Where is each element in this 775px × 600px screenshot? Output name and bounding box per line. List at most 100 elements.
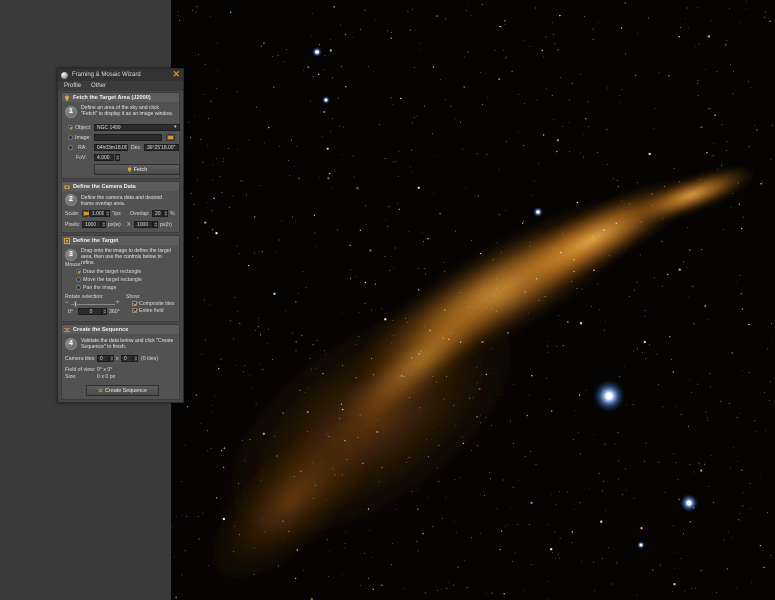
star xyxy=(546,581,548,582)
star xyxy=(602,558,603,559)
star xyxy=(674,568,676,569)
star xyxy=(369,439,371,441)
create-sequence-button[interactable]: Create Sequence xyxy=(86,385,159,396)
star xyxy=(387,225,389,227)
star xyxy=(706,417,708,419)
star xyxy=(417,289,420,291)
star xyxy=(362,462,364,465)
star xyxy=(374,283,377,285)
pixels-height-stepper[interactable] xyxy=(153,221,158,228)
star xyxy=(243,371,244,373)
star xyxy=(391,564,393,566)
menu-profile[interactable]: Profile xyxy=(64,83,81,89)
star xyxy=(402,471,404,473)
star xyxy=(583,156,584,158)
scale-field[interactable]: 1.000 xyxy=(89,210,105,217)
star xyxy=(418,49,420,51)
star xyxy=(652,569,654,570)
star xyxy=(504,526,506,528)
star xyxy=(486,154,488,155)
star xyxy=(582,134,584,136)
rotate-slider[interactable] xyxy=(71,304,115,305)
star xyxy=(397,203,398,204)
star xyxy=(209,15,211,17)
fov-stepper[interactable] xyxy=(115,154,120,161)
dec-field[interactable]: 36°25'18.00" xyxy=(144,144,179,151)
star xyxy=(626,404,627,406)
fetch-button[interactable]: Fetch xyxy=(94,164,180,175)
star xyxy=(421,232,423,234)
star xyxy=(756,129,758,131)
sky-image-view[interactable] xyxy=(171,0,775,600)
chevron-down-icon[interactable]: ▾ xyxy=(174,124,177,130)
pixels-width-field[interactable]: 1000 xyxy=(82,221,101,228)
star xyxy=(253,547,255,549)
rotate-slider-thumb[interactable] xyxy=(74,301,77,307)
star xyxy=(258,317,259,319)
star xyxy=(545,88,547,90)
star xyxy=(293,165,295,167)
star xyxy=(684,18,686,19)
star xyxy=(571,531,573,533)
star xyxy=(700,469,703,472)
image-field[interactable] xyxy=(94,134,162,141)
plus-icon[interactable]: + xyxy=(116,300,120,306)
folder-icon[interactable] xyxy=(166,134,175,141)
entire-field-checkbox[interactable] xyxy=(132,308,137,313)
overlap-field[interactable]: 20 xyxy=(152,210,163,217)
star xyxy=(496,287,497,289)
star xyxy=(524,103,525,104)
star xyxy=(392,543,393,544)
star xyxy=(604,329,605,331)
menu-other[interactable]: Other xyxy=(91,83,106,89)
star xyxy=(267,328,269,330)
star xyxy=(745,8,747,10)
star xyxy=(195,394,198,396)
star xyxy=(233,551,235,552)
star xyxy=(202,94,204,95)
star xyxy=(559,14,561,17)
star xyxy=(190,136,191,138)
star xyxy=(748,146,750,148)
star xyxy=(588,126,590,128)
star xyxy=(599,309,600,311)
tiles-y-stepper[interactable] xyxy=(133,355,138,362)
rotate-field[interactable]: 0 xyxy=(78,308,102,315)
fov-field[interactable]: 4.000 xyxy=(94,154,114,161)
coords-radio[interactable] xyxy=(68,145,73,150)
star xyxy=(551,95,553,96)
pixels-width-stepper[interactable] xyxy=(101,221,106,228)
image-radio[interactable] xyxy=(68,135,73,140)
star xyxy=(529,394,530,396)
star xyxy=(491,425,492,427)
scale-stepper[interactable] xyxy=(105,210,110,217)
object-radio[interactable] xyxy=(68,125,73,130)
star xyxy=(707,35,711,38)
close-icon[interactable]: ✕ xyxy=(172,70,180,79)
overlap-stepper[interactable] xyxy=(163,210,168,217)
minus-icon[interactable]: − xyxy=(65,300,69,306)
star xyxy=(432,526,434,527)
move-target-radio[interactable] xyxy=(76,277,81,282)
tiles-x-stepper[interactable] xyxy=(109,355,114,362)
star xyxy=(524,291,526,293)
ra-field[interactable]: 04h03m18.00s xyxy=(94,144,128,151)
star xyxy=(485,373,487,376)
star xyxy=(264,142,266,144)
star xyxy=(608,547,609,549)
star xyxy=(600,520,603,523)
draw-target-radio[interactable] xyxy=(76,269,81,274)
rotate-stepper[interactable] xyxy=(102,308,107,315)
object-select[interactable]: NGC 1499 xyxy=(94,124,180,131)
tiles-x-field[interactable]: 0 xyxy=(97,355,109,362)
star xyxy=(523,220,524,222)
star xyxy=(529,524,530,525)
composite-tiles-checkbox[interactable] xyxy=(132,301,137,306)
star xyxy=(501,26,502,28)
tiles-y-field[interactable]: 0 xyxy=(121,355,133,362)
star xyxy=(386,158,387,160)
pixels-height-field[interactable]: 1000 xyxy=(134,221,153,228)
pan-image-radio[interactable] xyxy=(76,285,81,290)
star xyxy=(255,330,257,331)
star xyxy=(241,180,243,182)
